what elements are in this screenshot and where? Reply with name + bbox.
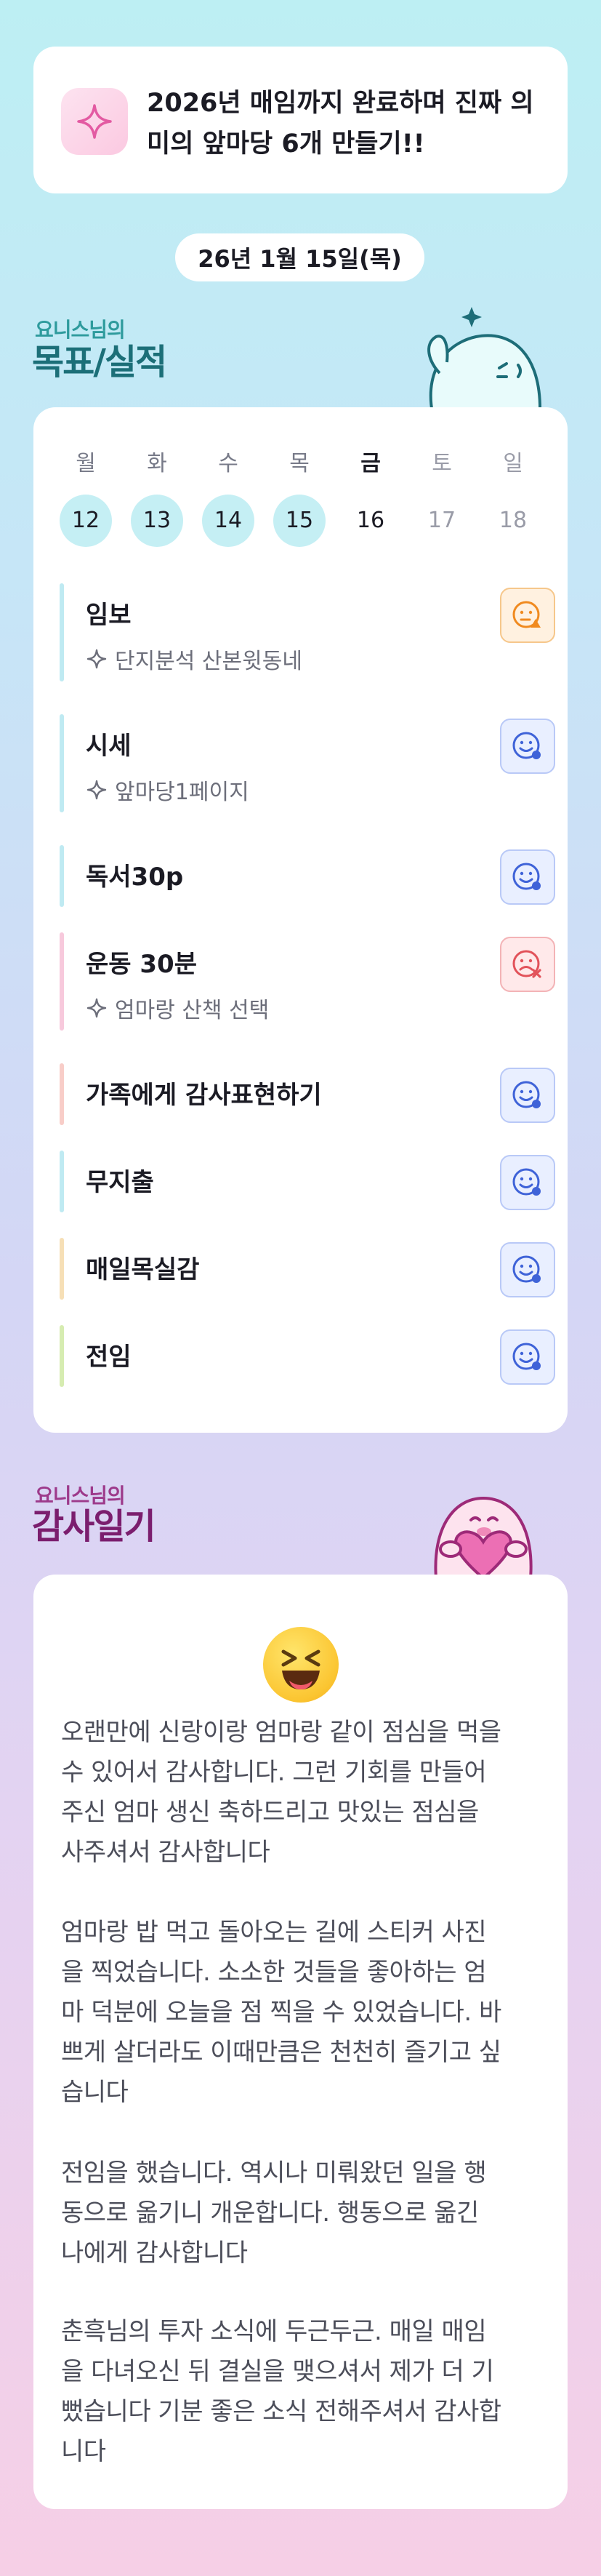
- gratitude-line: 수 있어서 감사합니다. 그런 기회를 만들어: [61, 1758, 487, 1787]
- task-subtitle: 엄마랑 산책 선택: [86, 992, 269, 1024]
- gratitude-line: 마 덕분에 오늘을 점 찍을 수 있었습니다. 바: [61, 1998, 501, 2027]
- day-number: 18: [499, 508, 528, 533]
- task-item[interactable]: 독서30p: [60, 845, 555, 907]
- day-name: 화: [147, 451, 167, 476]
- task-color-bar: [60, 932, 64, 1031]
- task-title: 무지출: [86, 1168, 154, 1197]
- status-done-icon[interactable]: [500, 719, 555, 774]
- task-subtitle: 단지분석 산본윗동네: [86, 643, 302, 675]
- day-number: 17: [427, 508, 456, 533]
- day-sun[interactable]: 일 18: [487, 449, 539, 547]
- gratitude-paragraph: 엄마랑 밥 먹고 돌아오는 길에 스티커 사진 을 찍었습니다. 소소한 것들을…: [61, 1913, 544, 2113]
- task-title: 매일목실감: [86, 1255, 200, 1284]
- task-item[interactable]: 가족에게 감사표현하기: [60, 1063, 555, 1125]
- day-number: 16: [356, 508, 385, 533]
- day-name: 금: [360, 451, 381, 476]
- task-subtitle-text: 엄마랑 산책 선택: [115, 998, 270, 1023]
- status-done-icon[interactable]: [500, 1242, 555, 1297]
- gratitude-card: 오랜만에 신랑이랑 엄마랑 같이 점심을 먹을 수 있어서 감사합니다. 그런 …: [33, 1575, 568, 2509]
- task-subtitle-text: 단지분석 산본윗동네: [115, 649, 302, 674]
- status-warning-icon[interactable]: [500, 588, 555, 643]
- task-title: 가족에게 감사표현하기: [86, 1081, 322, 1110]
- day-name: 토: [432, 451, 452, 476]
- gratitude-line: 쁘게 살더라도 이때만큼은 천천히 즐기고 싶: [61, 2038, 501, 2067]
- task-subtitle-text: 앞마당1페이지: [115, 780, 249, 805]
- task-subtitle: 앞마당1페이지: [86, 774, 249, 806]
- gratitude-line: 엄마랑 밥 먹고 돌아오는 길에 스티커 사진: [61, 1918, 487, 1947]
- gratitude-line: 을 찍었습니다. 소소한 것들을 좋아하는 엄: [61, 1958, 487, 1987]
- thanks-section-title: 감사일기: [32, 1506, 156, 1547]
- goal-card[interactable]: 2026년 매임까지 완료하며 진짜 의미의 앞마당 6개 만들기!!: [33, 47, 568, 193]
- day-name: 목: [289, 451, 310, 476]
- day-number: 12: [60, 495, 112, 547]
- mascot-ghost-illustration: [427, 307, 542, 413]
- task-item[interactable]: 매일목실감: [60, 1238, 555, 1300]
- task-color-bar: [60, 1238, 64, 1300]
- task-title: 전임: [86, 1343, 132, 1372]
- day-number: 15: [273, 495, 326, 547]
- day-name: 수: [218, 451, 238, 476]
- week-strip: 월 12 화 13 수 14 목 15 금 16 토 17 일 18: [33, 449, 568, 551]
- goals-card: 월 12 화 13 수 14 목 15 금 16 토 17 일 18 임보 단지…: [33, 407, 568, 1433]
- day-mon[interactable]: 월 12: [60, 449, 112, 547]
- day-tue[interactable]: 화 13: [131, 449, 183, 547]
- gratitude-line: 오랜만에 신랑이랑 엄마랑 같이 점심을 먹을: [61, 1718, 501, 1747]
- status-done-icon[interactable]: [500, 1155, 555, 1210]
- date-label: 26년 1월 15일(목): [175, 233, 424, 281]
- task-title: 시세: [86, 732, 132, 761]
- gratitude-line: 사주셔서 감사합니다: [61, 1838, 270, 1867]
- gratitude-line: 주신 엄마 생신 축하드리고 맛있는 점심을: [61, 1798, 479, 1827]
- status-done-icon[interactable]: [500, 1329, 555, 1385]
- day-fri[interactable]: 금 16: [344, 449, 397, 547]
- gratitude-paragraph: 전임을 했습니다. 역시나 미뤄왔던 일을 행 동으로 옮기니 개운합니다. 행…: [61, 2153, 544, 2273]
- task-item[interactable]: 시세 앞마당1페이지: [60, 714, 555, 812]
- gratitude-line: 춘흑님의 투자 소식에 두근두근. 매일 매임: [61, 2317, 487, 2346]
- day-thu[interactable]: 목 15: [273, 449, 326, 547]
- day-sat[interactable]: 토 17: [416, 449, 468, 547]
- gratitude-line: 을 다녀오신 뒤 결실을 맺으셔서 제가 더 기: [61, 2357, 494, 2386]
- gratitude-paragraph: 오랜만에 신랑이랑 엄마랑 같이 점심을 먹을 수 있어서 감사합니다. 그런 …: [61, 1713, 544, 1873]
- task-item[interactable]: 무지출: [60, 1151, 555, 1212]
- task-color-bar: [60, 1325, 64, 1387]
- gratitude-line: 전임을 했습니다. 역시나 미뤄왔던 일을 행: [61, 2159, 487, 2188]
- gratitude-paragraph: 춘흑님의 투자 소식에 두근두근. 매일 매임 을 다녀오신 뒤 결실을 맺으셔…: [61, 2312, 544, 2472]
- task-title: 독서30p: [86, 863, 184, 892]
- task-color-bar: [60, 1151, 64, 1212]
- task-title: 임보: [86, 601, 132, 630]
- task-item[interactable]: 운동 30분 엄마랑 산책 선택: [60, 932, 555, 1031]
- task-color-bar: [60, 714, 64, 812]
- mascot-heart-illustration: [434, 1496, 533, 1578]
- day-number: 13: [131, 495, 183, 547]
- status-failed-icon[interactable]: [500, 937, 555, 992]
- day-wed[interactable]: 수 14: [202, 449, 254, 547]
- day-number: 14: [202, 495, 254, 547]
- task-color-bar: [60, 1063, 64, 1125]
- sparkle-icon: [86, 780, 107, 800]
- goals-section-title: 목표/실적: [32, 342, 167, 383]
- laughing-face-icon: [263, 1627, 339, 1703]
- gratitude-line: 습니다: [61, 2078, 129, 2107]
- gratitude-line: 동으로 옮기니 개운합니다. 행동으로 옮긴: [61, 2199, 479, 2228]
- sparkle-icon: [61, 88, 128, 155]
- status-done-icon[interactable]: [500, 849, 555, 905]
- task-item[interactable]: 임보 단지분석 산본윗동네: [60, 583, 555, 681]
- task-color-bar: [60, 583, 64, 681]
- gratitude-line: 니다: [61, 2437, 106, 2466]
- day-name: 일: [503, 451, 523, 476]
- sparkle-icon: [86, 998, 107, 1018]
- goal-text: 2026년 매임까지 완료하며 진짜 의미의 앞마당 6개 만들기!!: [147, 89, 534, 159]
- task-item[interactable]: 전임: [60, 1325, 555, 1387]
- sparkle-icon: [86, 649, 107, 669]
- gratitude-line: 뻤습니다 기분 좋은 소식 전해주셔서 감사합: [61, 2397, 501, 2426]
- status-done-icon[interactable]: [500, 1068, 555, 1123]
- task-title: 운동 30분: [86, 950, 197, 979]
- day-name: 월: [76, 451, 96, 476]
- task-color-bar: [60, 845, 64, 907]
- gratitude-line: 나에게 감사합니다: [61, 2239, 248, 2268]
